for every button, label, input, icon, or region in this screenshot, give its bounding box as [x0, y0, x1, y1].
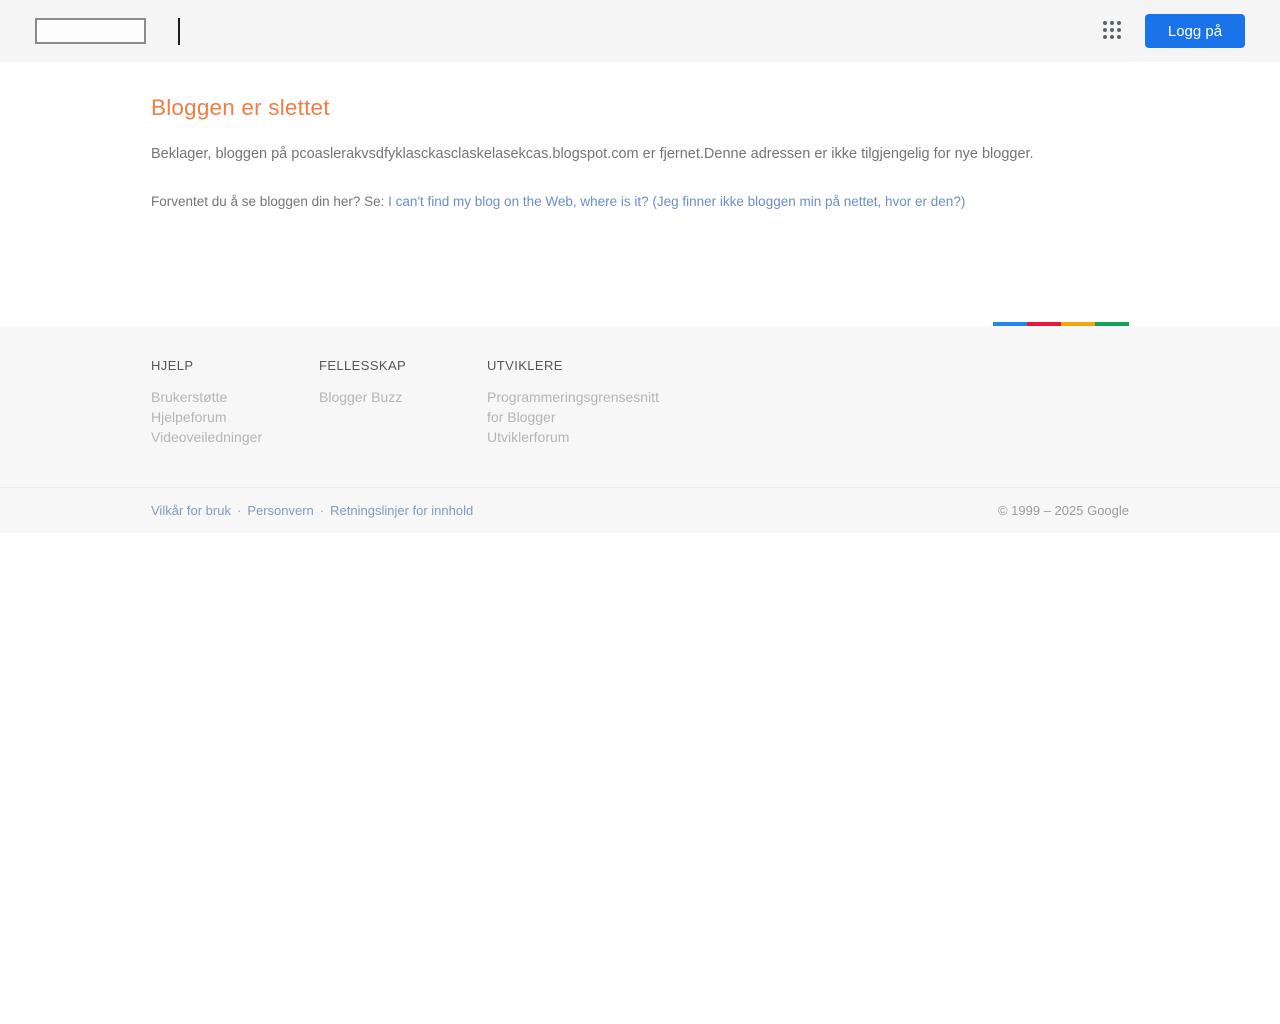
cant-find-blog-link[interactable]: I can't find my blog on the Web, where i…	[388, 194, 965, 209]
footer-column-title: FELLESSKAP	[319, 358, 407, 373]
copyright-text: © 1999 – 2025 Google	[997, 503, 1129, 518]
header-left	[35, 0, 180, 62]
footer-link-blogger-buzz[interactable]: Blogger Buzz	[319, 387, 485, 407]
terms-link[interactable]: Vilkår for bruk	[151, 503, 231, 518]
deletion-message-part2: Denne adressen er ikke tilgjengelig for …	[703, 146, 1034, 162]
legal-links: Vilkår for bruk · Personvern · Retningslinje…	[151, 503, 473, 518]
blogger-logo-broken-image[interactable]	[35, 18, 146, 44]
deletion-message-part1: Beklager, bloggen på pcoaslerakvsdfyklas…	[151, 146, 704, 162]
sign-in-button[interactable]: Logg på	[1145, 14, 1245, 48]
page-title: Bloggen er slettet	[151, 95, 330, 120]
help-prompt-row: Forventet du å se bloggen din her? Se: I…	[151, 194, 1129, 209]
help-prompt-text: Forventet du å se bloggen din her? Se:	[151, 194, 389, 209]
footer-column-title: UTVIKLERE	[487, 358, 563, 373]
footer: HJELP Brukerstøtte Hjelpeforum Videoveil…	[0, 326, 1280, 487]
header: Logg på	[0, 0, 1280, 62]
text-cursor-line	[178, 17, 180, 45]
footer-link-hjelpeforum[interactable]: Hjelpeforum	[151, 407, 317, 427]
footer-column-community: FELLESSKAP Blogger Buzz	[319, 358, 487, 447]
header-right: Logg på	[1103, 14, 1245, 48]
content-policy-link[interactable]: Retningslinjer for innhold	[330, 503, 473, 518]
footer-column-help: HJELP Brukerstøtte Hjelpeforum Videoveil…	[151, 358, 319, 447]
footer-column-developers: UTVIKLERE Programmeringsgrensesnitt for …	[487, 358, 659, 447]
legal-separator: ·	[319, 503, 325, 518]
deletion-message: Beklager, bloggen på pcoaslerakvsdfyklas…	[151, 146, 1129, 163]
bottom-bar: Vilkår for bruk · Personvern · Retningslinje…	[0, 487, 1280, 533]
footer-link-videoveiledninger[interactable]: Videoveiledninger	[151, 427, 317, 447]
footer-link-blogger-api[interactable]: Programmeringsgrensesnitt for Blogger	[487, 387, 659, 427]
legal-separator: ·	[236, 503, 242, 518]
footer-link-brukerstotte[interactable]: Brukerstøtte	[151, 387, 317, 407]
footer-column-title: HJELP	[151, 358, 194, 373]
main-content: Bloggen er slettet Beklager, bloggen på …	[0, 62, 1280, 326]
footer-link-utviklerforum[interactable]: Utviklerforum	[487, 427, 653, 447]
google-apps-grid-icon[interactable]	[1103, 21, 1123, 41]
privacy-link[interactable]: Personvern	[247, 503, 313, 518]
